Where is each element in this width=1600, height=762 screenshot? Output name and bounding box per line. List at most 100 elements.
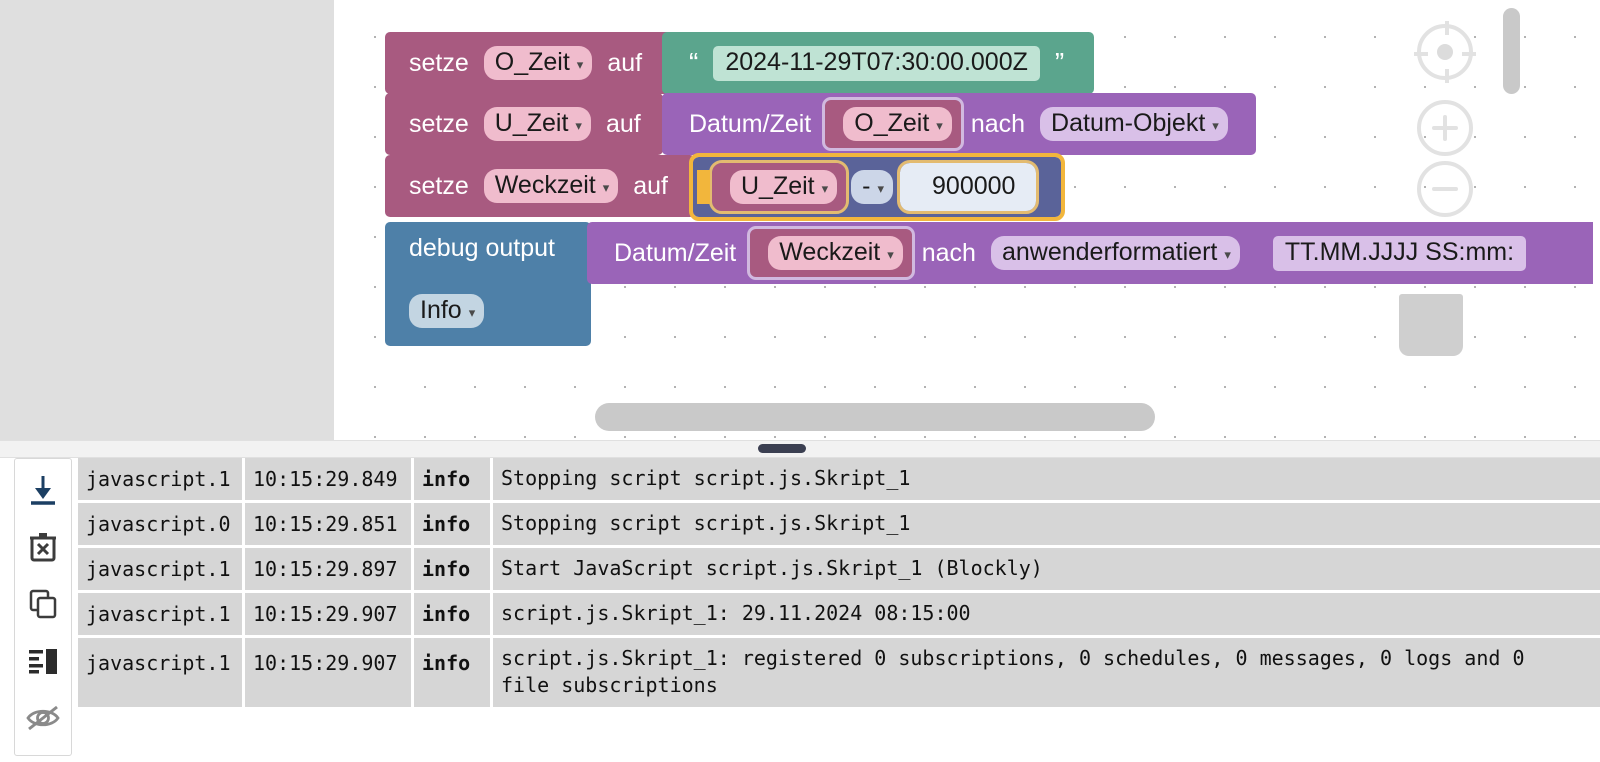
chevron-down-icon: ▾	[877, 181, 885, 196]
variable-dropdown-u-zeit[interactable]: U_Zeit ▾	[483, 107, 591, 141]
variable-dropdown-weckzeit-ref[interactable]: Weckzeit ▾	[768, 236, 903, 270]
panel-splitter[interactable]	[0, 440, 1600, 458]
block-datetime-format[interactable]: Datum/Zeit Weckzeit ▾ nach anwenderforma…	[587, 222, 1600, 284]
quote-open-icon: “	[689, 47, 699, 78]
format-target-value: anwenderformatiert	[1001, 238, 1218, 266]
log-source: javascript.1	[78, 638, 242, 707]
datetime-label: Datum/Zeit	[689, 109, 812, 138]
table-row[interactable]: javascript.1 10:15:29.907 info script.js…	[78, 638, 1600, 707]
log-level: info	[414, 503, 490, 545]
log-table[interactable]: javascript.1 10:15:29.849 info Stopping …	[78, 458, 1600, 762]
table-row[interactable]: javascript.1 10:15:29.849 info Stopping …	[78, 458, 1600, 500]
block-set-variable-1[interactable]: setze O_Zeit ▾ auf	[385, 32, 700, 94]
inline-variable-wrapper[interactable]: O_Zeit ▾	[822, 97, 964, 151]
block-datetime-convert-1[interactable]: Datum/Zeit O_Zeit ▾ nach Datum-Objekt ▾	[662, 93, 1256, 155]
quote-close-icon: ”	[1054, 47, 1065, 78]
target-tick-left-icon	[1414, 52, 1428, 56]
severity-dropdown[interactable]: Info ▾	[409, 294, 485, 328]
table-row[interactable]: javascript.1 10:15:29.907 info script.js…	[78, 593, 1600, 635]
variable-dropdown-o-zeit-ref[interactable]: O_Zeit ▾	[843, 107, 952, 141]
block-keyword: setze	[409, 109, 469, 138]
chevron-down-icon: ▾	[602, 180, 610, 195]
center-on-blocks-button[interactable]	[1414, 21, 1476, 83]
log-source: javascript.1	[78, 593, 242, 635]
table-row[interactable]: javascript.1 10:15:29.897 info Start Jav…	[78, 548, 1600, 590]
log-level: info	[414, 593, 490, 635]
horizontal-scrollbar[interactable]	[595, 403, 1155, 431]
log-source: javascript.1	[78, 548, 242, 590]
variable-dropdown-u-zeit-ref[interactable]: U_Zeit ▾	[730, 170, 838, 204]
hide-log-button[interactable]	[20, 695, 66, 741]
log-toolbar	[14, 458, 72, 756]
operand-right-wrapper[interactable]: 900000	[897, 160, 1040, 214]
datetime-to-label: nach	[970, 109, 1026, 138]
datetime-target-dropdown[interactable]: Datum-Objekt ▾	[1040, 107, 1228, 141]
block-connector: auf	[607, 48, 643, 77]
target-tick-top-icon	[1445, 21, 1449, 35]
block-set-variable-2[interactable]: setze U_Zeit ▾ auf	[385, 93, 663, 155]
log-source: javascript.0	[78, 503, 242, 545]
variable-name: O_Zeit	[494, 48, 570, 76]
chevron-down-icon: ▾	[1224, 247, 1231, 262]
eye-off-icon	[26, 705, 60, 731]
chevron-down-icon: ▾	[936, 118, 943, 133]
variable-dropdown-weckzeit[interactable]: Weckzeit ▾	[483, 169, 619, 203]
log-message: Stopping script script.js.Skript_1	[493, 458, 1600, 500]
table-row[interactable]: javascript.0 10:15:29.851 info Stopping …	[78, 503, 1600, 545]
datetime-to-label: nach	[921, 238, 976, 267]
log-message: script.js.Skript_1: registered 0 subscri…	[493, 638, 1600, 707]
clear-log-button[interactable]	[20, 524, 66, 570]
debug-keyword: debug output	[409, 234, 555, 262]
puzzle-notch-icon	[750, 238, 764, 268]
operator-dropdown[interactable]: - ▾	[851, 170, 894, 204]
chevron-down-icon: ▾	[821, 181, 829, 196]
block-set-variable-3[interactable]: setze Weckzeit ▾ auf	[385, 155, 695, 217]
trash-x-icon	[30, 533, 56, 562]
trashcan-icon[interactable]	[1399, 294, 1463, 356]
log-message: script.js.Skript_1: 29.11.2024 08:15:00	[493, 593, 1600, 635]
chevron-down-icon: ▾	[1212, 118, 1219, 133]
splitter-handle[interactable]	[758, 444, 806, 453]
puzzle-notch-icon	[825, 109, 839, 139]
log-time: 10:15:29.897	[245, 548, 411, 590]
variable-dropdown-o-zeit[interactable]: O_Zeit ▾	[483, 46, 593, 80]
severity-value: Info	[420, 296, 462, 324]
format-target-dropdown[interactable]: anwenderformatiert ▾	[990, 236, 1240, 270]
variable-name: U_Zeit	[741, 172, 815, 200]
target-tick-bottom-icon	[1445, 69, 1449, 83]
chevron-down-icon: ▾	[468, 305, 476, 320]
number-input-900000[interactable]: 900000	[918, 169, 1030, 205]
target-tick-right-icon	[1462, 52, 1476, 56]
inline-variable-wrapper[interactable]: Weckzeit ▾	[747, 226, 915, 280]
zoom-out-button[interactable]	[1417, 161, 1473, 217]
variable-name: Weckzeit	[779, 238, 881, 266]
puzzle-notch-icon	[666, 48, 679, 78]
chevron-down-icon: ▾	[887, 247, 894, 262]
block-text-string[interactable]: “ 2024-11-29T07:30:00.000Z ”	[662, 32, 1094, 94]
canvas-right-edge	[1593, 0, 1600, 440]
log-time: 10:15:29.851	[245, 503, 411, 545]
log-time: 10:15:29.849	[245, 458, 411, 500]
format-string-input[interactable]: TT.MM.JJJJ SS:mm:	[1272, 235, 1527, 271]
block-keyword: setze	[409, 171, 469, 200]
chevron-down-icon: ▾	[575, 118, 582, 133]
toolbox-flyout[interactable]	[0, 0, 334, 440]
blockly-canvas[interactable]: setze O_Zeit ▾ auf “ 2024-11-29T07:30:00…	[334, 0, 1600, 440]
vertical-scrollbar[interactable]	[1503, 8, 1520, 94]
download-log-button[interactable]	[20, 467, 66, 513]
blockly-workspace[interactable]: setze O_Zeit ▾ auf “ 2024-11-29T07:30:00…	[0, 0, 1600, 440]
log-panel: javascript.1 10:15:29.849 info Stopping …	[0, 458, 1600, 762]
block-connector: auf	[605, 109, 641, 138]
block-keyword: setze	[409, 48, 469, 77]
copy-log-button[interactable]	[20, 581, 66, 627]
log-message: Stopping script script.js.Skript_1	[493, 503, 1600, 545]
block-arithmetic-selected[interactable]: U_Zeit ▾ - ▾ 900000	[689, 153, 1065, 221]
block-debug-output[interactable]: debug output Info ▾	[385, 222, 591, 346]
text-input-o-zeit[interactable]: 2024-11-29T07:30:00.000Z	[713, 45, 1040, 81]
operand-left-wrapper[interactable]: U_Zeit ▾	[708, 160, 850, 214]
zoom-in-button[interactable]	[1417, 100, 1473, 156]
plus-icon	[1443, 115, 1447, 141]
log-time: 10:15:29.907	[245, 638, 411, 707]
toggle-layout-button[interactable]	[20, 638, 66, 684]
minus-icon	[1432, 187, 1458, 191]
